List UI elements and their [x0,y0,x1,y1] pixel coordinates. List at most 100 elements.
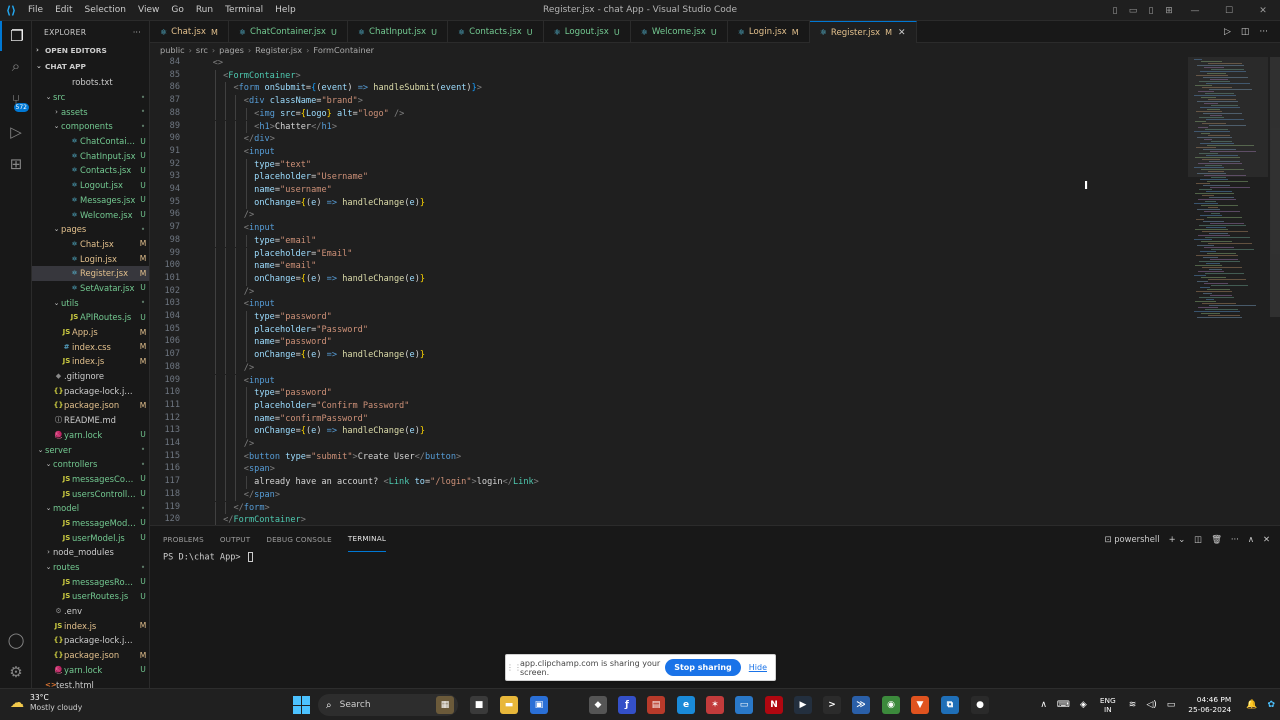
kill-terminal-icon[interactable]: 🗑 [1211,534,1222,545]
more-actions-icon[interactable]: ··· [133,28,141,37]
breadcrumb-item[interactable]: Register.jsx [255,45,302,55]
open-editors-section[interactable]: › OPEN EDITORS [32,43,149,57]
app-icon-5[interactable]: ▭ [735,696,753,714]
file-messagemodel[interactable]: JS messageModel... U [32,516,149,531]
app-icon-2[interactable]: ƒ [618,696,636,714]
code-line[interactable]: <input [192,298,275,311]
file-logout-jsx[interactable]: ⚛ Logout.jsx U [32,178,149,193]
run-code-icon[interactable]: ▷ [1224,27,1231,37]
language-indicator[interactable]: ENG IN [1100,696,1116,714]
file-index-js[interactable]: JS index.js M [32,354,149,369]
file-chat-jsx[interactable]: ⚛ Chat.jsx M [32,237,149,252]
folder-components[interactable]: ⌄ components • [32,119,149,134]
brave-icon[interactable]: ▼ [911,696,929,714]
panel-tab-debug-console[interactable]: DEBUG CONSOLE [266,526,332,552]
edge-icon[interactable]: e [677,696,695,714]
toggle-panel-icon[interactable]: ▭ [1124,6,1142,16]
split-editor-icon[interactable]: ◫ [1241,27,1250,37]
keyboard-icon[interactable]: ⌨ [1057,700,1070,710]
file-contacts-jsx[interactable]: ⚛ Contacts.jsx U [32,163,149,178]
folder-src[interactable]: ⌄ src • [32,90,149,105]
maximize-icon[interactable]: ☐ [1212,6,1246,16]
taskbar-widget-icon[interactable]: ▦ [436,696,454,714]
tray-overflow-icon[interactable]: ∧ [1040,700,1047,710]
account-icon[interactable]: ◯ [0,625,32,655]
code-line[interactable]: onChange={(e) => handleChange(e)} [192,425,425,438]
menu-selection[interactable]: Selection [79,5,132,15]
stop-sharing-button[interactable]: Stop sharing [665,659,741,676]
file-app-js[interactable]: JS App.js M [32,325,149,340]
code-line[interactable]: <div className="brand"> [192,95,363,108]
code-line[interactable]: <button type="submit">Create User</butto… [192,451,461,464]
file-package-json[interactable]: {} package.json M [32,398,149,413]
prime-video-icon[interactable]: ▶ [794,696,812,714]
tab-register-jsx[interactable]: ⚛ Register.jsx M ✕ [809,21,917,43]
netflix-icon[interactable]: N [765,696,783,714]
editor-scrollbar[interactable] [1270,57,1280,525]
folder-pages[interactable]: ⌄ pages • [32,222,149,237]
menu-edit[interactable]: Edit [49,5,78,15]
code-line[interactable]: name="email" [192,260,316,273]
code-line[interactable]: </FormContainer> [192,514,306,525]
copilot-color-icon[interactable]: ✿ [1267,700,1275,710]
close-tab-icon[interactable]: ✕ [898,28,906,38]
file-readme-md[interactable]: ⓘ README.md [32,413,149,428]
code-line[interactable]: name="confirmPassword" [192,413,368,426]
code-line[interactable]: /> [192,209,254,222]
chrome-icon[interactable]: ◉ [882,696,900,714]
minimize-icon[interactable]: — [1178,6,1212,16]
terminal-output[interactable]: PS D:\chat App> [163,552,253,563]
toggle-secondary-sidebar-icon[interactable]: ▯ [1142,6,1160,16]
terminal-icon[interactable]: > [823,696,841,714]
menu-terminal[interactable]: Terminal [219,5,269,15]
app-icon-6[interactable]: ● [971,696,989,714]
code-line[interactable]: <input [192,375,275,388]
file-package-lock-json[interactable]: {} package-lock.json [32,633,149,648]
file-apiroutes-js[interactable]: JS APIRoutes.js U [32,310,149,325]
file-messages-jsx[interactable]: ⚛ Messages.jsx U [32,193,149,208]
close-panel-icon[interactable]: ✕ [1263,534,1270,544]
panel-tab-output[interactable]: OUTPUT [220,526,251,552]
code-line[interactable]: <FormContainer> [192,70,301,83]
breadcrumb-item[interactable]: FormContainer [313,45,374,55]
menu-go[interactable]: Go [165,5,189,15]
app-icon-4[interactable]: ✶ [706,696,724,714]
code-line[interactable]: /> [192,286,254,299]
code-line[interactable]: already have an account? <Link to="/logi… [192,476,539,489]
close-window-icon[interactable]: ✕ [1246,6,1280,16]
tab-login-jsx[interactable]: ⚛ Login.jsx M [728,21,810,43]
hide-link[interactable]: Hide [749,663,767,672]
breadcrumb-item[interactable]: public [160,45,185,55]
file-yarn-lock[interactable]: 🧶 yarn.lock U [32,428,149,443]
code-line[interactable]: name="password" [192,336,332,349]
toggle-sidebar-icon[interactable]: ▯ [1106,6,1124,16]
volume-icon[interactable]: ◁) [1146,700,1156,710]
folder-model[interactable]: ⌄ model • [32,501,149,516]
tab-chatinput-jsx[interactable]: ⚛ ChatInput.jsx U [348,21,448,43]
code-line[interactable]: type="text" [192,159,311,172]
tab-welcome-jsx[interactable]: ⚛ Welcome.jsx U [631,21,728,43]
search-icon[interactable]: ⌕ [0,51,32,81]
files-icon[interactable]: ❐ [0,21,32,51]
code-editor[interactable]: 84 85 86 87 88 89 90 91 92 93 94 95 96 97 98 99 100 101 10… [150,57,1280,525]
code-line[interactable]: placeholder="Username" [192,171,368,184]
folder-controllers[interactable]: ⌄ controllers • [32,457,149,472]
tab-logout-jsx[interactable]: ⚛ Logout.jsx U [544,21,631,43]
file-login-jsx[interactable]: ⚛ Login.jsx M [32,251,149,266]
app-icon-3[interactable]: ▤ [647,696,665,714]
panel-more-icon[interactable]: ··· [1231,534,1239,544]
file-register-jsx[interactable]: ⚛ Register.jsx M [32,265,149,281]
minimap[interactable] [1188,57,1268,525]
code-line[interactable]: onChange={(e) => handleChange(e)} [192,197,425,210]
file-usermodel-js[interactable]: JS userModel.js U [32,530,149,545]
task-view-icon[interactable]: ■ [470,696,488,714]
source-control-icon[interactable]: ⑂ 572 [0,85,32,115]
menu-file[interactable]: File [22,5,49,15]
battery-icon[interactable]: ▭ [1167,700,1176,710]
file-index-css[interactable]: # index.css M [32,339,149,354]
split-terminal-icon[interactable]: ◫ [1194,534,1202,544]
file--gitignore[interactable]: ◆ .gitignore [32,369,149,384]
folder-node-modules[interactable]: › node_modules [32,545,149,560]
project-section[interactable]: ⌄ CHAT APP [32,59,149,73]
file-robots-txt[interactable]: robots.txt [32,75,149,90]
